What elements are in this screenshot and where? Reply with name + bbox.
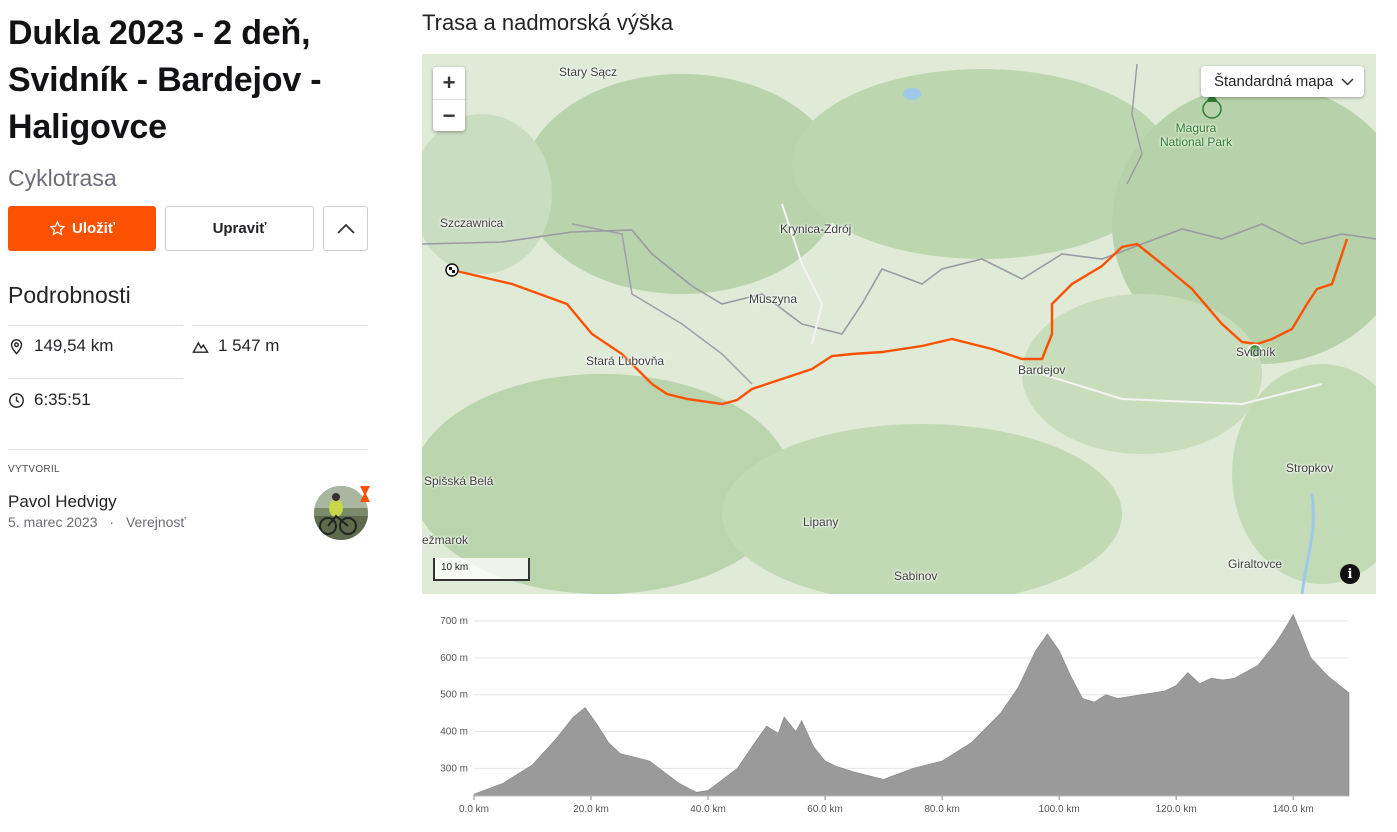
x-tick-label: 20.0 km (573, 804, 609, 815)
distance-value: 149,54 km (34, 336, 114, 355)
created-date: 5. marec 2023 (8, 514, 98, 530)
x-tick-label: 140.0 km (1273, 804, 1314, 815)
zoom-out-button[interactable]: − (433, 100, 465, 131)
elevation-chart[interactable]: 300 m 400 m 500 m 600 m 700 m 0.0 km 20.0 km 40… (422, 602, 1376, 832)
place-label: Spišská Belá (424, 474, 494, 488)
y-tick-label: 500 m (440, 690, 468, 701)
map-terrain (422, 54, 1376, 594)
place-label: Sabinov (894, 569, 938, 583)
x-tick-label: 80.0 km (924, 804, 960, 815)
avatar[interactable] (314, 486, 370, 540)
divider (192, 325, 368, 326)
place-label: Szczawnica (440, 216, 504, 230)
details-heading: Podrobnosti (8, 282, 131, 308)
park-label: Magura National Park (1160, 121, 1232, 149)
place-label: Lipany (803, 515, 839, 529)
subscriber-badge-icon (360, 486, 370, 502)
created-by-label: VYTVORIL (8, 464, 60, 475)
chevron-up-icon (336, 223, 355, 234)
y-tick-label: 400 m (440, 727, 468, 738)
x-tick-label: 60.0 km (807, 804, 843, 815)
location-pin-icon (10, 338, 23, 355)
divider (8, 378, 183, 379)
collapse-button[interactable] (323, 206, 368, 251)
mountain-icon (192, 340, 209, 353)
distance-stat: 149,54 km (8, 336, 113, 356)
place-label: Bardejov (1018, 363, 1066, 377)
route-info-panel: Dukla 2023 - 2 deň, Svidník - Bardejov -… (8, 10, 370, 540)
park-label-line1: Magura (1175, 121, 1217, 135)
route-map[interactable]: + − Štandardná mapa Magura National Park… (422, 54, 1376, 594)
park-label-line2: National Park (1160, 135, 1233, 149)
save-label: Uložiť (71, 220, 115, 237)
place-label: Krynica-Zdrój (780, 222, 852, 236)
y-tick-label: 700 m (440, 616, 468, 627)
map-section-title: Trasa a nadmorská výška (422, 10, 674, 35)
map-scale: 10 km (433, 558, 530, 581)
place-label: Svidník (1236, 345, 1276, 359)
clock-icon (9, 392, 24, 408)
star-icon (49, 220, 66, 236)
x-tick-label: 40.0 km (690, 804, 726, 815)
route-title: Dukla 2023 - 2 deň, Svidník - Bardejov -… (8, 14, 322, 146)
x-tick-label: 0.0 km (459, 804, 489, 815)
place-label: Muszyna (749, 292, 798, 306)
route-type: Cyklotrasa (8, 165, 117, 191)
zoom-controls: + − (433, 67, 465, 131)
y-tick-label: 600 m (440, 653, 468, 664)
map-type-label: Štandardná mapa (1214, 73, 1334, 90)
time-stat: 6:35:51 (8, 390, 91, 410)
elevation-stat: 1 547 m (192, 336, 279, 356)
y-tick-label: 300 m (440, 763, 468, 774)
x-tick-label: 120.0 km (1156, 804, 1197, 815)
place-label: Giraltovce (1228, 557, 1283, 571)
save-button[interactable]: Uložiť (8, 206, 156, 251)
divider (8, 325, 183, 326)
info-icon[interactable]: i (1340, 564, 1360, 584)
x-tick-label: 100.0 km (1039, 804, 1080, 815)
place-label: Stropkov (1286, 461, 1334, 475)
route-meta: 5. marec 2023 · Verejnosť (8, 514, 186, 530)
divider (8, 449, 368, 450)
elevation-gain-value: 1 547 m (218, 336, 280, 355)
meta-separator: · (109, 514, 115, 530)
author-name[interactable]: Pavol Hedvigy (8, 492, 117, 512)
time-value: 6:35:51 (34, 390, 91, 409)
place-label: Stará Ľubovňa (586, 354, 665, 368)
action-bar: Uložiť Upraviť (8, 206, 368, 251)
edit-label: Upraviť (212, 220, 267, 237)
edit-button[interactable]: Upraviť (165, 206, 314, 251)
visibility: Verejnosť (125, 514, 186, 530)
zoom-in-button[interactable]: + (433, 67, 465, 99)
place-label: Stary Sącz (559, 65, 618, 79)
place-label: ežmarok (422, 533, 469, 547)
elevation-area (473, 613, 1350, 797)
map-type-select[interactable]: Štandardná mapa (1201, 66, 1364, 97)
chevron-down-icon (1341, 77, 1354, 86)
